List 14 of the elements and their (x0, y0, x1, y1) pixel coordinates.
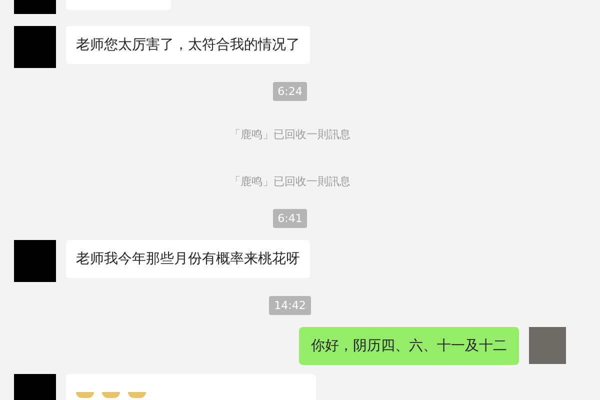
timestamp: 14:42 (269, 296, 311, 315)
photo-placeholder[interactable] (529, 327, 566, 364)
recall-notice: 「鹿鸣」已回收一則訊息 (230, 174, 350, 189)
message-bubble: 老师我今年那些月份有概率来桃花呀 (66, 240, 310, 278)
avatar-placeholder[interactable] (14, 26, 56, 68)
emoji-icon (128, 392, 146, 398)
avatar-placeholder[interactable] (14, 240, 56, 282)
timestamp: 6:41 (272, 209, 308, 228)
recall-notice: 「鹿鸣」已回收一則訊息 (230, 127, 350, 142)
message-bubble: 老师您太厉害了，太符合我的情况了 (66, 26, 310, 64)
message-bubble: 你好，阴历四、六、十一及十二 (299, 327, 519, 365)
emoji-icon (102, 392, 120, 398)
emoji-icon (76, 392, 94, 398)
timestamp: 6:24 (272, 82, 308, 101)
